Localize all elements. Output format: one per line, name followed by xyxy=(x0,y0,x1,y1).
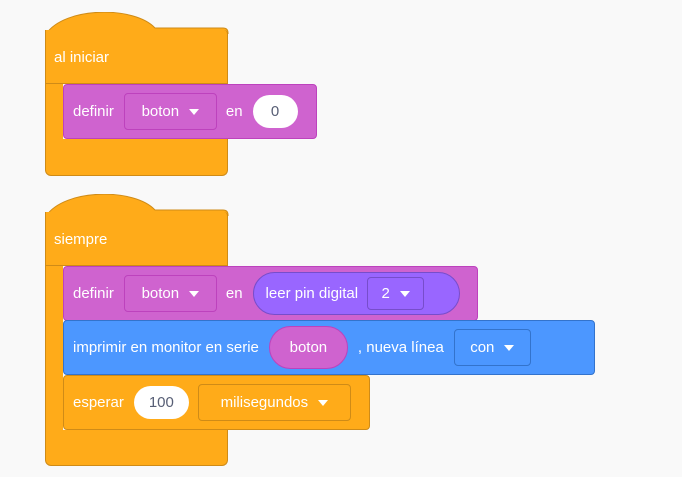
value-input[interactable]: 0 xyxy=(252,95,298,128)
wait-label: esperar xyxy=(73,394,124,411)
pin-dropdown-value: 2 xyxy=(381,285,390,302)
in-label: en xyxy=(225,285,243,302)
in-label: en xyxy=(225,103,243,120)
variable-dropdown-value: boton xyxy=(141,285,180,302)
hat-label: siempre xyxy=(54,231,108,248)
set-variable-block[interactable]: definir boton en leer pin digital 2 xyxy=(63,266,478,321)
variable-dropdown[interactable]: boton xyxy=(123,275,217,312)
variable-reporter-label: boton xyxy=(289,339,328,356)
c-arm xyxy=(45,266,63,430)
time-unit-dropdown-value: milisegundos xyxy=(220,394,309,411)
c-arm xyxy=(45,84,63,139)
newline-label: , nueva línea xyxy=(357,339,444,356)
pin-dropdown[interactable]: 2 xyxy=(367,277,425,310)
chevron-down-icon xyxy=(189,108,200,115)
chevron-down-icon xyxy=(318,399,329,406)
chevron-down-icon xyxy=(399,290,410,297)
newline-dropdown[interactable]: con xyxy=(453,329,531,366)
serial-print-label: imprimir en monitor en serie xyxy=(73,339,259,356)
chevron-down-icon xyxy=(189,290,200,297)
time-unit-dropdown[interactable]: milisegundos xyxy=(197,384,351,421)
chevron-down-icon xyxy=(504,344,515,351)
read-digital-pin-label: leer pin digital xyxy=(265,285,359,302)
serial-print-block[interactable]: imprimir en monitor en serie boton , nue… xyxy=(63,320,595,375)
wait-block[interactable]: esperar 100 milisegundos xyxy=(63,375,370,430)
hat-block-foot xyxy=(45,430,228,466)
set-label: definir xyxy=(73,285,114,302)
wait-value-input[interactable]: 100 xyxy=(133,386,189,419)
hat-block-foot xyxy=(45,139,228,176)
newline-dropdown-value: con xyxy=(470,339,495,356)
set-label: definir xyxy=(73,103,114,120)
set-variable-block[interactable]: definir boton en 0 xyxy=(63,84,317,139)
variable-dropdown[interactable]: boton xyxy=(123,93,217,130)
hat-label: al iniciar xyxy=(54,49,110,66)
variable-dropdown-value: boton xyxy=(141,103,180,120)
read-digital-pin-reporter[interactable]: leer pin digital 2 xyxy=(252,272,460,315)
variable-reporter-boton[interactable]: boton xyxy=(268,326,348,369)
